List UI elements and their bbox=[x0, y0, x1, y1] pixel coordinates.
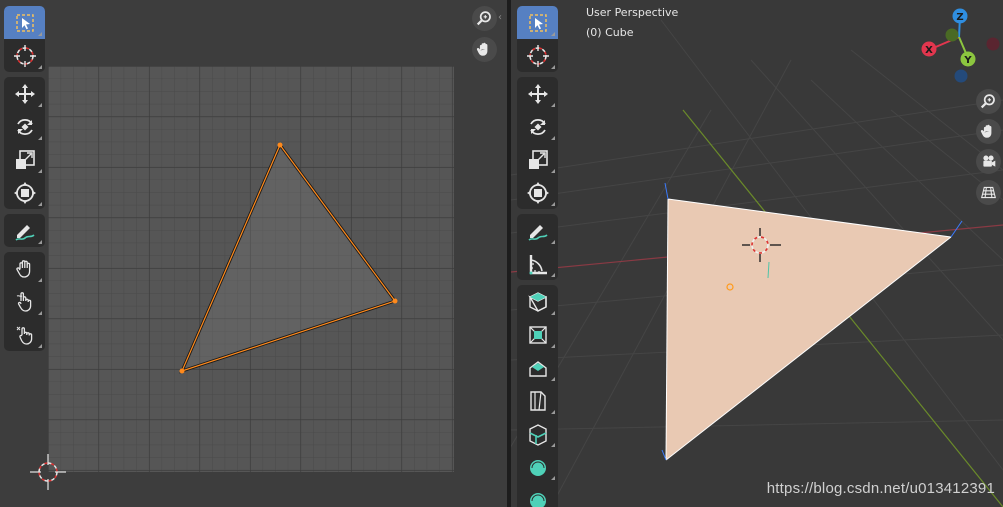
bevel-icon bbox=[529, 390, 546, 411]
grab-icon bbox=[15, 259, 30, 278]
neg-z-handle[interactable] bbox=[954, 69, 968, 83]
tool-group bbox=[517, 285, 558, 507]
knife-tool-button[interactable] bbox=[517, 450, 558, 483]
pan-hand-icon[interactable] bbox=[976, 119, 1001, 144]
select-box-tool-button[interactable] bbox=[517, 6, 558, 39]
rotate-icon bbox=[529, 118, 546, 135]
tool-group bbox=[517, 77, 558, 209]
loop-cut-icon bbox=[528, 423, 547, 446]
pan-hand-icon[interactable] bbox=[472, 37, 497, 62]
annotate-icon bbox=[527, 224, 548, 241]
transform-tool-button[interactable] bbox=[4, 176, 45, 209]
smooth-icon bbox=[529, 492, 546, 507]
scale-tool-button[interactable] bbox=[517, 143, 558, 176]
cursor-tool-button[interactable] bbox=[517, 39, 558, 72]
3d-viewport[interactable]: X Y Z User Perspective (0) Cube https://… bbox=[511, 0, 1003, 507]
viewport-canvas[interactable]: X Y Z bbox=[511, 0, 1003, 507]
knife-icon bbox=[529, 459, 546, 476]
transform-icon bbox=[13, 181, 36, 204]
collapse-arrow-icon[interactable]: ‹ bbox=[498, 12, 502, 23]
move-icon bbox=[527, 83, 548, 104]
select-box-icon bbox=[15, 13, 34, 32]
zoom-icon[interactable] bbox=[976, 89, 1001, 114]
camera-icon[interactable] bbox=[976, 149, 1001, 174]
pinch-tool-button[interactable] bbox=[4, 318, 45, 351]
add-cube-icon bbox=[527, 291, 547, 312]
extrude-icon bbox=[528, 325, 547, 344]
neg-y-handle[interactable] bbox=[945, 28, 959, 42]
tool-group bbox=[4, 77, 45, 209]
scale-tool-button[interactable] bbox=[4, 143, 45, 176]
view-name: User Perspective bbox=[586, 6, 679, 19]
uv-vertex[interactable] bbox=[277, 142, 283, 148]
tool-group bbox=[4, 252, 45, 351]
pinch-icon bbox=[16, 326, 32, 345]
viewport-toolbar bbox=[517, 6, 558, 507]
transform-tool-button[interactable] bbox=[517, 176, 558, 209]
annotate-tool-button[interactable] bbox=[517, 214, 558, 247]
object-label: (0) Cube bbox=[586, 26, 634, 39]
uv-vertex[interactable] bbox=[392, 298, 398, 304]
uv-vertex[interactable] bbox=[179, 368, 185, 374]
relax-icon bbox=[16, 291, 31, 312]
tool-group bbox=[517, 214, 558, 280]
bevel-tool-button[interactable] bbox=[517, 384, 558, 417]
uv-grid-canvas[interactable] bbox=[0, 0, 507, 507]
loop-cut-tool-button[interactable] bbox=[517, 417, 558, 450]
inset-tool-button[interactable] bbox=[517, 351, 558, 384]
tool-group bbox=[4, 214, 45, 247]
extrude-tool-button[interactable] bbox=[517, 318, 558, 351]
select-box-icon bbox=[528, 13, 547, 32]
watermark-text: https://blog.csdn.net/u013412391 bbox=[766, 480, 995, 497]
zoom-icon[interactable] bbox=[472, 6, 497, 31]
annotate-icon bbox=[14, 224, 35, 241]
scale-icon bbox=[528, 149, 548, 169]
rotate-tool-button[interactable] bbox=[4, 110, 45, 143]
annotate-tool-button[interactable] bbox=[4, 214, 45, 247]
cursor-icon bbox=[13, 44, 36, 67]
scale-icon bbox=[15, 149, 35, 169]
uv-toolbar bbox=[4, 6, 45, 356]
measure-icon bbox=[529, 254, 547, 274]
gizmo-x-label: X bbox=[925, 45, 933, 56]
inset-icon bbox=[528, 360, 547, 377]
uv-editor[interactable]: ‹ bbox=[0, 0, 507, 507]
add-cube-tool-button[interactable] bbox=[517, 285, 558, 318]
grab-tool-button[interactable] bbox=[4, 252, 45, 285]
cursor-icon bbox=[526, 44, 549, 67]
cursor-tool-button[interactable] bbox=[4, 39, 45, 72]
rotate-tool-button[interactable] bbox=[517, 110, 558, 143]
mesh-face[interactable] bbox=[666, 199, 951, 460]
neg-x-handle[interactable] bbox=[986, 37, 1000, 51]
move-tool-button[interactable] bbox=[4, 77, 45, 110]
gizmo-z-label: Z bbox=[956, 12, 963, 23]
move-icon bbox=[14, 83, 35, 104]
gizmo-y-label: Y bbox=[963, 55, 972, 66]
measure-tool-button[interactable] bbox=[517, 247, 558, 280]
move-tool-button[interactable] bbox=[517, 77, 558, 110]
smooth-tool-button[interactable] bbox=[517, 483, 558, 507]
rotate-icon bbox=[16, 118, 33, 135]
tool-group bbox=[4, 6, 45, 72]
tool-group bbox=[517, 6, 558, 72]
transform-icon bbox=[526, 181, 549, 204]
select-box-tool-button[interactable] bbox=[4, 6, 45, 39]
navigation-gizmo[interactable]: X Y Z bbox=[921, 8, 1000, 83]
relax-tool-button[interactable] bbox=[4, 285, 45, 318]
grid-icon[interactable] bbox=[976, 180, 1001, 205]
